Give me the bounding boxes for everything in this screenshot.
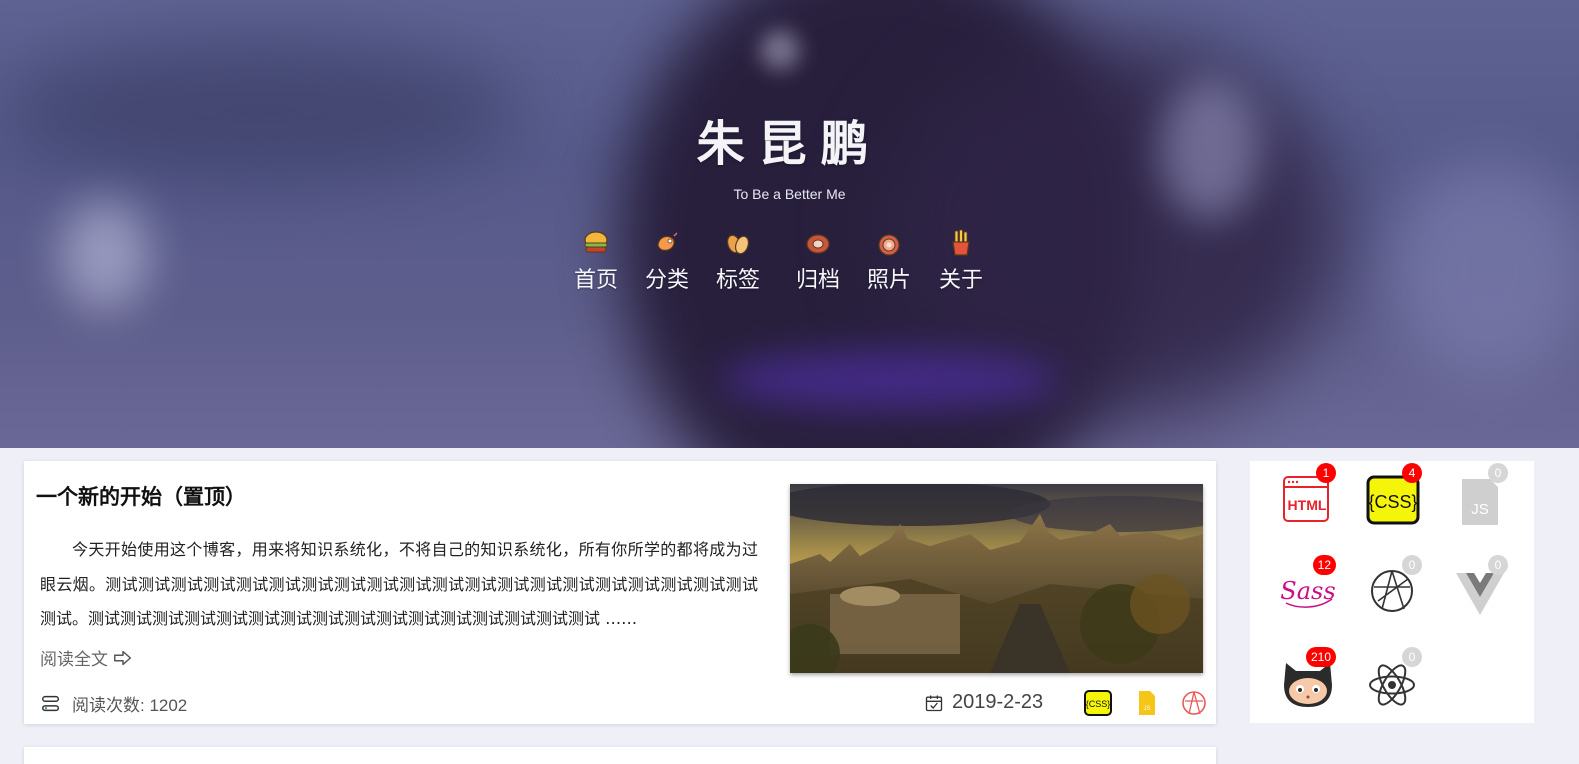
- css-icon[interactable]: {CSS}: [1084, 689, 1112, 717]
- post-excerpt: 今天开始使用这个博客，用来将知识系统化，不将自己的知识系统化，所有你所学的都将成…: [40, 540, 758, 628]
- post-date-text: 2019-2-23: [952, 691, 1044, 713]
- nav-item-about[interactable]: 关于: [931, 228, 991, 294]
- hero-banner: 朱昆鹏 To Be a Better Me 首页 分类 标签 归档 照片 关于: [0, 0, 1579, 448]
- skill-css[interactable]: {CSS} 4: [1364, 463, 1424, 527]
- svg-text:Sass: Sass: [1280, 577, 1335, 605]
- views-count: 阅读次数: 1202: [72, 696, 188, 715]
- canvas-icon[interactable]: [1180, 689, 1208, 717]
- nav-label: 关于: [938, 268, 983, 293]
- nav-label: 标签: [715, 268, 760, 293]
- post-card-next: [24, 747, 1216, 764]
- read-more-link[interactable]: 阅读全文: [40, 645, 134, 670]
- post-cover-image[interactable]: [790, 484, 1203, 673]
- post-views: 阅读次数: 1202: [40, 691, 187, 716]
- nav-item-category[interactable]: 分类: [637, 228, 697, 294]
- svg-text:{CSS}: {CSS}: [1368, 492, 1417, 512]
- skill-sass[interactable]: Sass 12: [1278, 555, 1338, 619]
- nav-item-tags[interactable]: 标签: [708, 228, 768, 294]
- svg-text:HTML: HTML: [1288, 497, 1327, 513]
- skill-count: 0: [1488, 463, 1508, 483]
- skill-count: 4: [1402, 463, 1422, 483]
- skill-github[interactable]: 210: [1278, 647, 1338, 711]
- skill-count: 12: [1312, 555, 1336, 575]
- meat-icon: [806, 234, 830, 254]
- city-photo: [790, 484, 1203, 673]
- nav-label: 首页: [573, 268, 618, 293]
- post-card: 一个新的开始（置顶） 今天开始使用这个博客，用来将知识系统化，不将自己的知识系统…: [24, 461, 1216, 724]
- svg-text:JS: JS: [1143, 706, 1150, 712]
- post-tags: {CSS} JS: [1084, 689, 1208, 717]
- post-date: 2019-2-23: [924, 691, 1043, 714]
- site-subtitle: To Be a Better Me: [733, 186, 846, 202]
- skill-vue[interactable]: 0: [1450, 555, 1510, 619]
- skill-count: 1: [1316, 463, 1336, 483]
- skill-count: 210: [1305, 647, 1336, 667]
- skill-count: 0: [1402, 555, 1422, 575]
- nav-item-archive[interactable]: 归档: [788, 228, 848, 294]
- skill-react[interactable]: 0: [1364, 647, 1424, 711]
- skill-count: 0: [1488, 555, 1508, 575]
- read-more-label: 阅读全文: [40, 650, 108, 670]
- onion-icon: [878, 234, 900, 256]
- arrow-right-icon: [114, 650, 132, 665]
- site-title: 朱昆鹏: [696, 116, 883, 172]
- shrimp-icon: [657, 232, 678, 251]
- list-icon: [42, 695, 60, 711]
- skill-js[interactable]: JS 0: [1450, 463, 1510, 527]
- nav-item-home[interactable]: 首页: [566, 228, 626, 294]
- fries-icon: [952, 229, 970, 256]
- skill-count: 0: [1402, 647, 1422, 667]
- nav-label: 照片: [866, 268, 911, 293]
- skill-html[interactable]: HTML 1: [1278, 463, 1338, 527]
- nav-label: 分类: [644, 268, 689, 293]
- nav-label: 归档: [795, 268, 840, 293]
- svg-text:{CSS}: {CSS}: [1086, 699, 1111, 709]
- calendar-icon: [925, 695, 943, 711]
- nuts-icon: [726, 234, 750, 255]
- nav-item-photos[interactable]: 照片: [859, 228, 919, 294]
- skills-panel: HTML 1 {CSS} 4 JS 0 Sass 12 0 0 210 0: [1250, 461, 1534, 723]
- post-title[interactable]: 一个新的开始（置顶）: [36, 481, 246, 511]
- svg-text:JS: JS: [1471, 501, 1489, 518]
- burger-icon: [584, 231, 608, 253]
- js-icon[interactable]: JS: [1132, 689, 1160, 717]
- skill-canvas[interactable]: 0: [1364, 555, 1424, 619]
